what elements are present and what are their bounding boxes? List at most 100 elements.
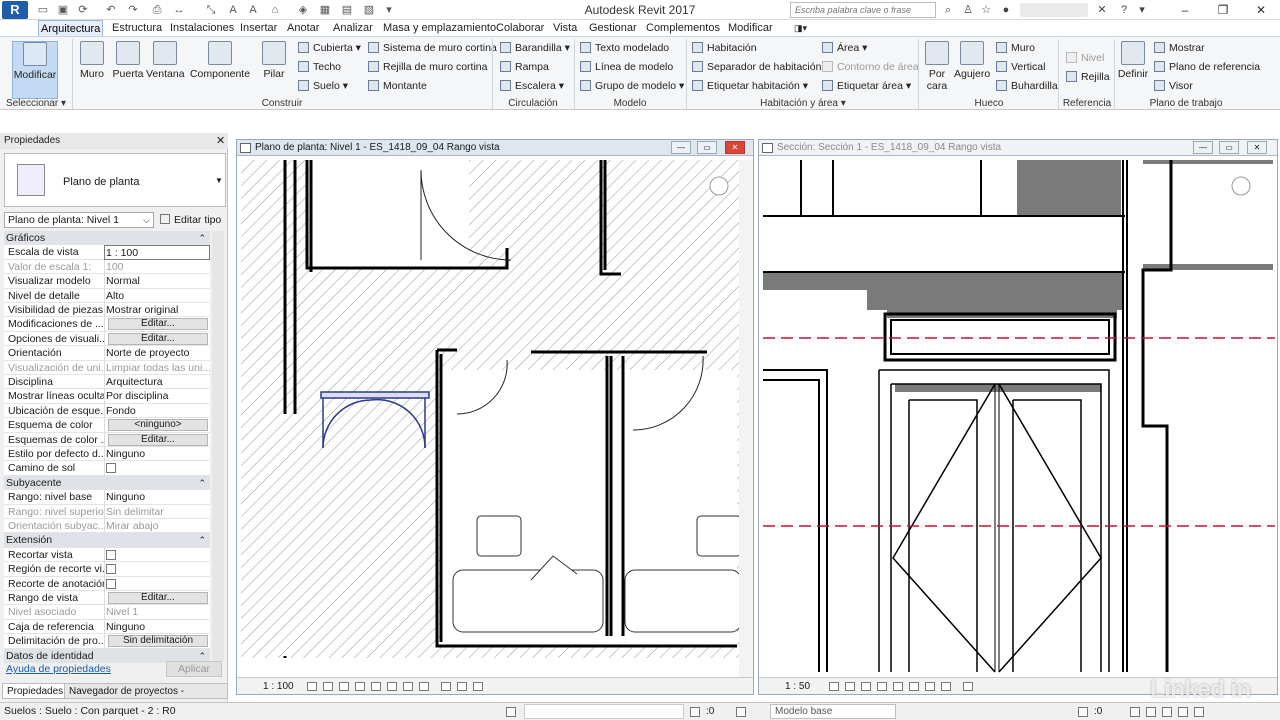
dimension-icon[interactable]: ⤡ [204,3,218,17]
user-name-blurred[interactable] [1020,3,1088,17]
tab-colaborar[interactable]: Colaborar [494,20,546,36]
drag-elements-icon[interactable] [1194,707,1204,717]
collapse-icon[interactable]: ⌃ [198,476,206,490]
temp-hide-icon[interactable] [403,682,413,691]
tab-properties[interactable]: Propiedades [2,683,69,699]
tab-vista[interactable]: Vista [551,20,579,36]
section-crop-region-icon[interactable] [909,682,919,691]
editing-requests-icon[interactable] [690,707,700,717]
section-detail-level-icon[interactable] [829,682,839,691]
section-minimize-button[interactable]: — [1193,141,1213,154]
category-subyacente[interactable]: Subyacente ⌃ [4,475,210,491]
techo-button[interactable]: Techo [298,59,341,75]
analysis-icon[interactable] [457,682,467,691]
property-value[interactable] [104,576,210,591]
tab-arquitectura[interactable]: Arquitectura [38,20,104,36]
definir-button[interactable]: Definir [1116,41,1150,99]
plano-referencia-button[interactable]: Plano de referencia [1154,59,1260,75]
section-lock-icon[interactable] [963,682,973,691]
suelo-button[interactable]: Suelo ▾ [298,78,348,94]
etiquetar-area-button[interactable]: Etiquetar área ▾ [822,78,911,94]
collapse-icon[interactable]: ⌃ [198,231,206,245]
group-seleccionar[interactable]: Seleccionar ▾ [0,97,72,110]
property-value[interactable]: Fondo [104,403,210,419]
properties-help-link[interactable]: Ayuda de propiedades [6,663,111,675]
edit-type-button[interactable]: Editar tipo [160,212,224,228]
property-value[interactable] [104,547,210,563]
property-value[interactable] [104,461,210,476]
tab-anotar[interactable]: Anotar [285,20,321,36]
property-value[interactable]: <ninguno> [104,418,210,433]
section-reveal-hidden-icon[interactable] [941,682,951,691]
revit-app-icon[interactable]: R [2,1,28,19]
etiquetar-habitacion-button[interactable]: Etiquetar habitación ▾ [692,78,808,94]
property-value[interactable]: Por disciplina [104,389,210,404]
crop-icon[interactable] [371,682,381,691]
help-icon[interactable]: ? [1116,3,1132,17]
reveal-hidden-icon[interactable] [419,682,429,691]
contorno-area-button[interactable]: Contorno de área [822,59,919,75]
property-value[interactable]: Sin delimitación [104,634,210,649]
plan-maximize-button[interactable]: ▭ [697,141,717,154]
plan-minimize-button[interactable]: — [671,141,691,154]
texto-modelado-button[interactable]: Texto modelado [580,40,669,56]
category-graficos[interactable]: Gráficos ⌃ [4,231,210,246]
section-close-button[interactable]: ✕ [1247,141,1267,154]
plan-scale-label[interactable]: 1 : 100 [263,678,294,695]
save-icon[interactable]: ▣ [56,3,70,17]
shadows-icon[interactable] [355,682,365,691]
search-input[interactable]: Escriba palabra clave o frase [790,2,936,18]
buhardilla-button[interactable]: Buhardilla [996,78,1058,94]
section-canvas[interactable] [763,160,1275,676]
modificar-button[interactable]: Modificar [12,41,58,99]
rejilla-muro-cortina-button[interactable]: Rejilla de muro cortina [368,59,487,75]
sun-path-icon[interactable] [339,682,349,691]
section-shadows-icon[interactable] [877,682,887,691]
measure-icon[interactable]: ↔ [172,3,186,17]
section-sun-path-icon[interactable] [861,682,871,691]
puerta-button[interactable]: Puerta [110,41,146,99]
visual-style-icon[interactable] [323,682,333,691]
tab-analizar[interactable]: Analizar [331,20,375,36]
plan-view-window[interactable]: Plano de planta: Nivel 1 - ES_1418_09_04… [236,139,754,695]
apply-button[interactable]: Aplicar [166,661,222,677]
property-value[interactable]: Editar... [104,432,210,447]
hueco-muro-button[interactable]: Muro [996,40,1035,56]
tab-modificar[interactable]: Modificar [726,20,775,36]
mostrar-button[interactable]: Mostrar [1154,40,1205,56]
switch-windows-icon[interactable]: ▧ [362,3,376,17]
favorites-icon[interactable]: ☆ [978,3,994,17]
collapse-icon[interactable]: ⌃ [198,533,206,547]
barandilla-button[interactable]: Barandilla ▾ [500,40,570,56]
property-value[interactable]: 1 : 100 [104,245,210,260]
tab-project-browser[interactable]: Navegador de proyectos - ES_1418_0... [64,683,228,713]
section-visual-style-icon[interactable] [845,682,855,691]
detail-level-icon[interactable] [307,682,317,691]
agujero-button[interactable]: Agujero [954,41,990,99]
floor-plan-canvas[interactable] [241,160,741,658]
property-checkbox[interactable] [106,578,116,589]
section-crop-icon[interactable] [893,682,903,691]
property-edit-button[interactable]: <ninguno> [108,419,208,432]
property-edit-button[interactable]: Editar... [108,433,208,446]
tab-complementos[interactable]: Complementos [644,20,722,36]
design-options-icon[interactable] [736,707,746,717]
property-checkbox[interactable] [106,463,116,474]
filter-icon[interactable] [1078,707,1088,717]
lock-icon[interactable] [441,682,451,691]
separador-habitacion-button[interactable]: Separador de habitación [692,59,821,75]
instance-filter-select[interactable]: Plano de planta: Nivel 1 ⌵ [4,212,154,228]
montante-button[interactable]: Montante [368,78,427,94]
pilar-button[interactable]: Pilar [258,41,290,99]
qat-dropdown-icon[interactable]: ▾ [382,3,396,17]
property-value[interactable] [104,562,210,577]
property-edit-button[interactable]: Editar... [108,332,208,345]
undo-icon[interactable]: ↶ [104,3,118,17]
visor-button[interactable]: Visor [1154,78,1193,94]
select-links-icon[interactable] [1130,707,1140,717]
text-icon[interactable]: A [246,3,260,17]
print-icon[interactable]: ⎙ [150,3,164,17]
crop-region-icon[interactable] [387,682,397,691]
user-icon[interactable]: ● [998,3,1014,17]
componente-button[interactable]: Componente [188,41,252,99]
